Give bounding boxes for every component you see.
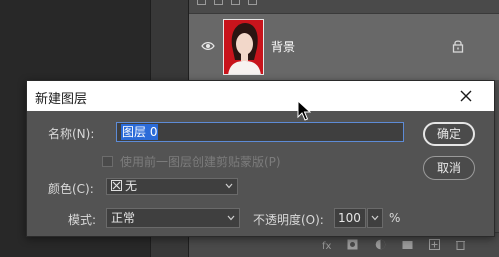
blend-mode-select[interactable]: 正常 [106,208,240,228]
opacity-dropdown-button[interactable] [367,208,383,228]
color-select[interactable]: 无 [106,178,238,195]
svg-text:fx: fx [322,241,332,250]
chevron-down-icon [225,183,233,189]
new-layer-dialog: 新建图层 名称(N): 图层 0 使用前一图层创建剪贴蒙版(P) 颜色(C): … [26,80,495,237]
name-label: 名称(N): [48,127,95,141]
layers-lock-toolbar [189,0,499,14]
mouse-cursor [297,100,311,121]
layer-name-input[interactable]: 图层 0 [116,122,404,142]
eye-icon[interactable] [201,41,215,51]
layer-row-background[interactable]: 背景 [189,14,499,80]
portrait-thumbnail-image [224,20,263,74]
trash-icon[interactable] [455,239,466,250]
lock-pixels-icon[interactable] [214,0,223,5]
new-layer-icon[interactable] [429,239,440,250]
clipping-mask-label: 使用前一图层创建剪贴蒙版(P) [120,155,281,169]
close-icon[interactable] [455,86,477,106]
no-color-swatch-icon [111,180,122,191]
color-select-value: 无 [125,179,138,193]
clipping-mask-option: 使用前一图层创建剪贴蒙版(P) [102,153,281,170]
cancel-button[interactable]: 取消 [423,156,475,180]
opacity-input[interactable]: 100 [334,208,366,228]
chevron-down-icon [371,215,379,221]
opacity-label: 不透明度(O): [253,213,324,227]
layer-name-value: 图层 0 [121,124,159,140]
lock-position-icon[interactable] [231,0,240,5]
dialog-titlebar[interactable]: 新建图层 [27,81,494,111]
blend-mode-value: 正常 [111,211,136,225]
group-folder-icon[interactable] [402,239,413,250]
lock-icon [452,40,464,53]
layer-thumbnail[interactable] [223,19,264,75]
lock-transparent-icon[interactable] [197,0,206,5]
layer-mask-icon[interactable] [347,239,358,250]
clipping-mask-checkbox[interactable] [102,156,113,167]
mode-label: 模式: [68,213,97,227]
opacity-unit: % [389,211,401,225]
adjustment-layer-icon[interactable] [375,239,386,250]
fx-icon[interactable]: fx [322,239,333,250]
layer-name: 背景 [271,40,296,54]
ok-button[interactable]: 确定 [423,122,475,146]
color-label: 颜色(C): [48,182,94,196]
chevron-down-icon [227,215,235,221]
dialog-title: 新建图层 [35,92,88,107]
lock-all-icon[interactable] [248,0,257,5]
